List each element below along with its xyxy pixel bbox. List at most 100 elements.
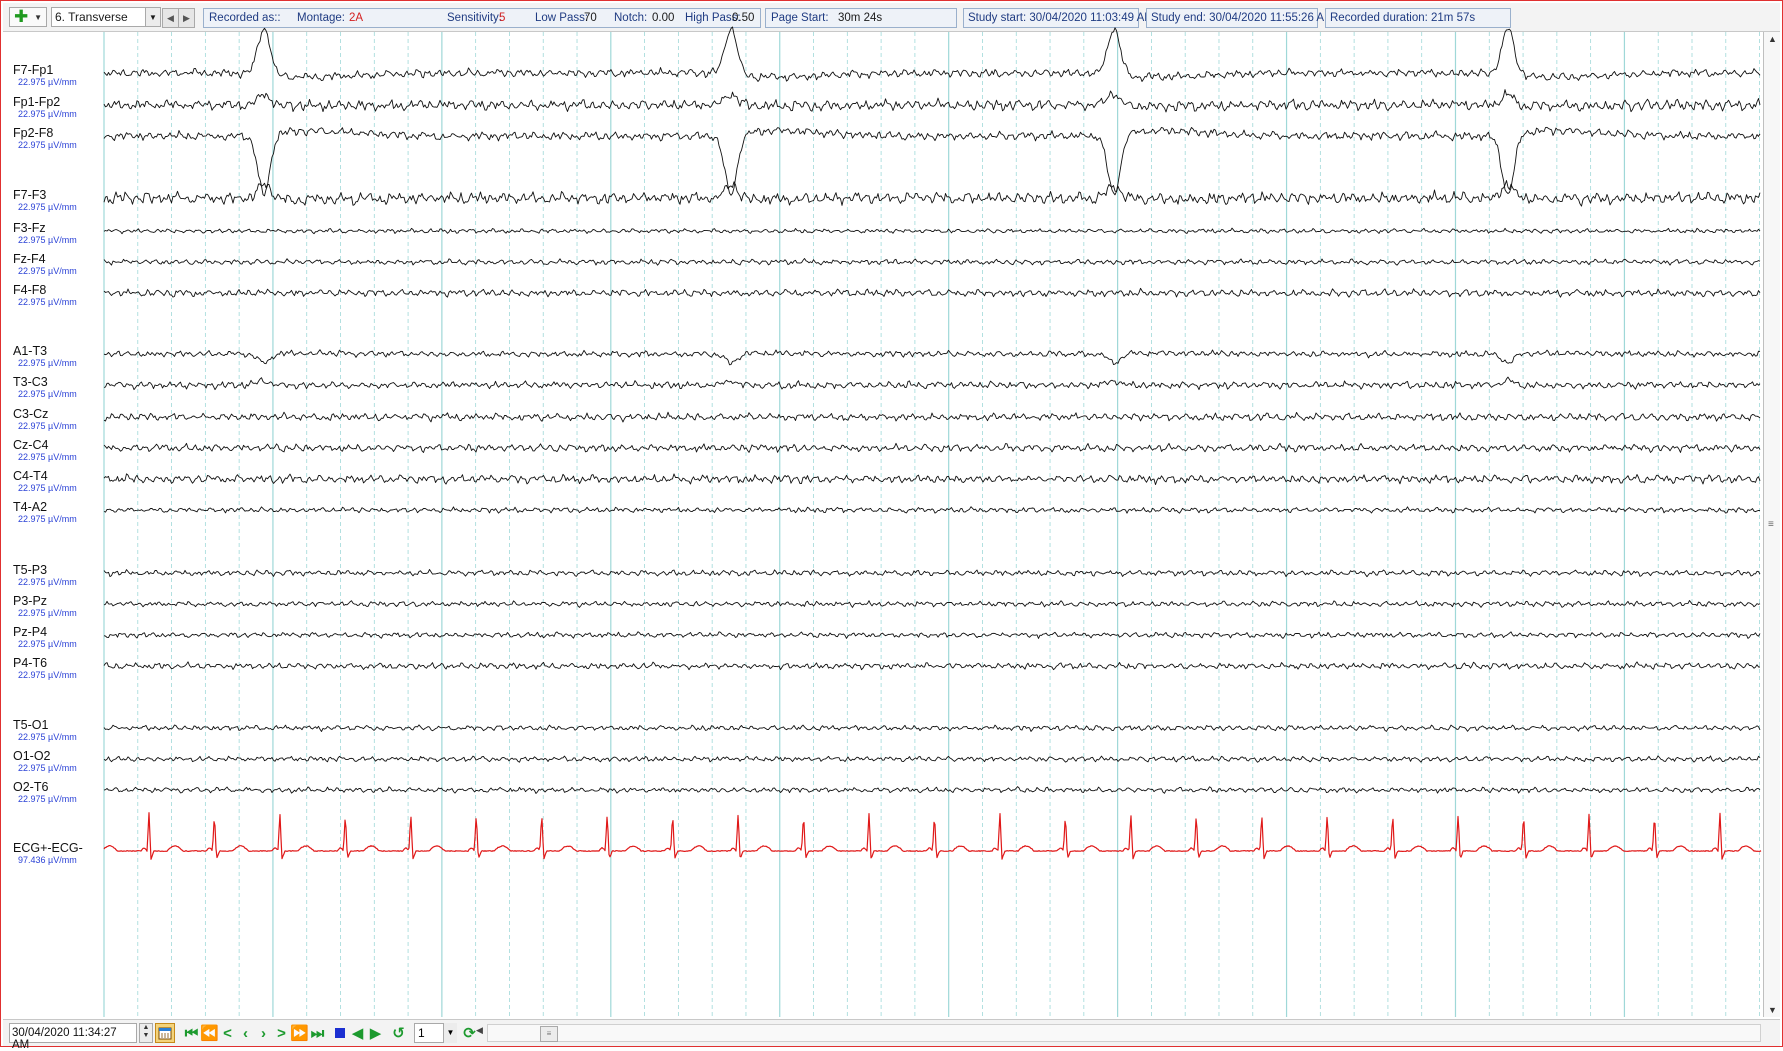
- channel-label: P4-T6: [13, 656, 48, 670]
- scroll-down-icon[interactable]: ▼: [1768, 1005, 1777, 1015]
- channel-trace: [103, 258, 1761, 266]
- forward-step-icon: ›: [261, 1024, 266, 1042]
- calendar-icon: [158, 1027, 172, 1040]
- channel-scale: 22.975 µV/mm: [18, 266, 77, 276]
- forward-page-button[interactable]: >: [273, 1024, 290, 1042]
- channel-scale: 22.975 µV/mm: [18, 577, 77, 587]
- channel-label: Fp1-Fp2: [13, 95, 61, 109]
- last-page-button[interactable]: ⏭: [309, 1024, 326, 1042]
- channel-label: P3-Pz: [13, 594, 48, 608]
- play-forward-icon: ▶: [369, 1025, 382, 1042]
- loop-button[interactable]: ↺: [390, 1024, 407, 1042]
- channel-scale: 22.975 µV/mm: [18, 202, 77, 212]
- calendar-button[interactable]: [155, 1023, 175, 1043]
- channel-label: T5-P3: [13, 563, 48, 577]
- channel-scale: 22.975 µV/mm: [18, 297, 77, 307]
- back-page-button[interactable]: <: [219, 1024, 236, 1042]
- play-back-button[interactable]: ◀: [349, 1024, 366, 1042]
- channel-scale: 22.975 µV/mm: [18, 483, 77, 493]
- scroll-thumb[interactable]: ≡: [540, 1026, 558, 1042]
- time-field[interactable]: 30/04/2020 11:34:27 AM: [9, 1023, 137, 1051]
- fast-forward-button[interactable]: ⏩: [290, 1024, 309, 1042]
- scroll-left-icon[interactable]: ◀: [476, 1025, 483, 1036]
- channel-label: T4-A2: [13, 500, 48, 514]
- page-number-value: 1: [418, 1026, 425, 1040]
- time-spinner[interactable]: ▲ ▼: [139, 1023, 153, 1043]
- channel-scale: 97.436 µV/mm: [18, 855, 77, 865]
- channel-scale: 22.975 µV/mm: [18, 452, 77, 462]
- channel-scale: 22.975 µV/mm: [18, 235, 77, 245]
- channel-scale: 22.975 µV/mm: [18, 421, 77, 431]
- channel-trace: [103, 349, 1761, 366]
- fast-back-icon: ⏪: [200, 1025, 219, 1042]
- channel-trace: [103, 812, 1762, 860]
- scroll-up-icon[interactable]: ▲: [1768, 34, 1777, 44]
- channel-scale: 22.975 µV/mm: [18, 358, 77, 368]
- channel-label: ECG+-ECG-: [13, 841, 83, 855]
- stop-icon: [334, 1028, 345, 1038]
- loop-icon: ↺: [392, 1025, 405, 1042]
- channel-trace: [103, 376, 1761, 391]
- channel-scale: 22.975 µV/mm: [18, 794, 77, 804]
- scroll-grip-icon[interactable]: ≡: [1768, 519, 1774, 530]
- channel-label: T5-O1: [13, 718, 49, 732]
- channel-scale: 22.975 µV/mm: [18, 639, 77, 649]
- bottom-toolbar: 30/04/2020 11:34:27 AM ▲ ▼ ⏮ ⏪ < ‹ › > ⏩ …: [3, 1019, 1780, 1051]
- first-page-button[interactable]: ⏮: [183, 1024, 200, 1042]
- back-page-icon: <: [223, 1024, 232, 1042]
- channel-scale: 22.975 µV/mm: [18, 670, 77, 680]
- time-grid: [103, 32, 1760, 1017]
- back-step-icon: ‹: [243, 1024, 248, 1042]
- eeg-viewer-window: ✚ ▼ 6. Transverse ▼ ◀ ▶ Recorded as:: Mo…: [0, 0, 1783, 1051]
- channel-scale: 22.975 µV/mm: [18, 140, 77, 150]
- eeg-trace-area[interactable]: [1, 1, 1763, 1017]
- first-page-icon: ⏮: [184, 1024, 199, 1042]
- channel-trace: [103, 569, 1761, 578]
- channel-label: F7-F3: [13, 188, 47, 202]
- chevron-down-icon: ▼: [446, 1028, 455, 1037]
- play-forward-button[interactable]: ▶: [367, 1024, 384, 1042]
- last-page-icon: ⏭: [310, 1024, 325, 1042]
- channel-trace: [103, 26, 1761, 82]
- fast-back-button[interactable]: ⏪: [200, 1024, 219, 1042]
- channel-label: Pz-P4: [13, 625, 48, 639]
- back-step-button[interactable]: ‹: [237, 1024, 254, 1042]
- channel-trace: [103, 227, 1761, 235]
- channel-trace: [103, 755, 1761, 763]
- channel-scale: 22.975 µV/mm: [18, 763, 77, 773]
- page-dropdown[interactable]: ▼: [443, 1023, 457, 1043]
- channel-scale: 22.975 µV/mm: [18, 514, 77, 524]
- channel-trace: [103, 287, 1761, 298]
- channel-label: C3-Cz: [13, 407, 49, 421]
- channel-trace: [103, 442, 1761, 453]
- channel-label: C4-T4: [13, 469, 48, 483]
- fast-forward-icon: ⏩: [290, 1025, 309, 1042]
- channel-label: F4-F8: [13, 283, 47, 297]
- spin-up-icon[interactable]: ▲: [140, 1024, 152, 1032]
- stop-button[interactable]: [331, 1024, 348, 1042]
- channel-trace: [103, 411, 1761, 423]
- channel-trace: [103, 724, 1761, 732]
- play-back-icon: ◀: [351, 1025, 364, 1042]
- horizontal-scrollbar[interactable]: ≡: [487, 1024, 1761, 1042]
- channel-scale: 22.975 µV/mm: [18, 109, 77, 119]
- channel-label: A1-T3: [13, 344, 48, 358]
- channel-trace: [103, 473, 1761, 486]
- channel-scale: 22.975 µV/mm: [18, 732, 77, 742]
- channel-trace: [103, 506, 1761, 514]
- channel-label: Fp2-F8: [13, 126, 54, 140]
- channel-label: O2-T6: [13, 780, 49, 794]
- channel-scale: 22.975 µV/mm: [18, 389, 77, 399]
- channel-scale: 22.975 µV/mm: [18, 608, 77, 618]
- vertical-scrollbar[interactable]: ▲ ≡ ▼: [1763, 32, 1780, 1017]
- channel-label: F3-Fz: [13, 221, 46, 235]
- channel-scale: 22.975 µV/mm: [18, 77, 77, 87]
- channel-trace: [103, 661, 1760, 671]
- channel-label: Fz-F4: [13, 252, 46, 266]
- channel-trace: [103, 631, 1761, 639]
- channel-trace: [103, 786, 1761, 794]
- forward-step-button[interactable]: ›: [255, 1024, 272, 1042]
- waveform-layer: [103, 26, 1762, 860]
- channel-trace: [103, 89, 1761, 113]
- spin-down-icon[interactable]: ▼: [140, 1032, 152, 1040]
